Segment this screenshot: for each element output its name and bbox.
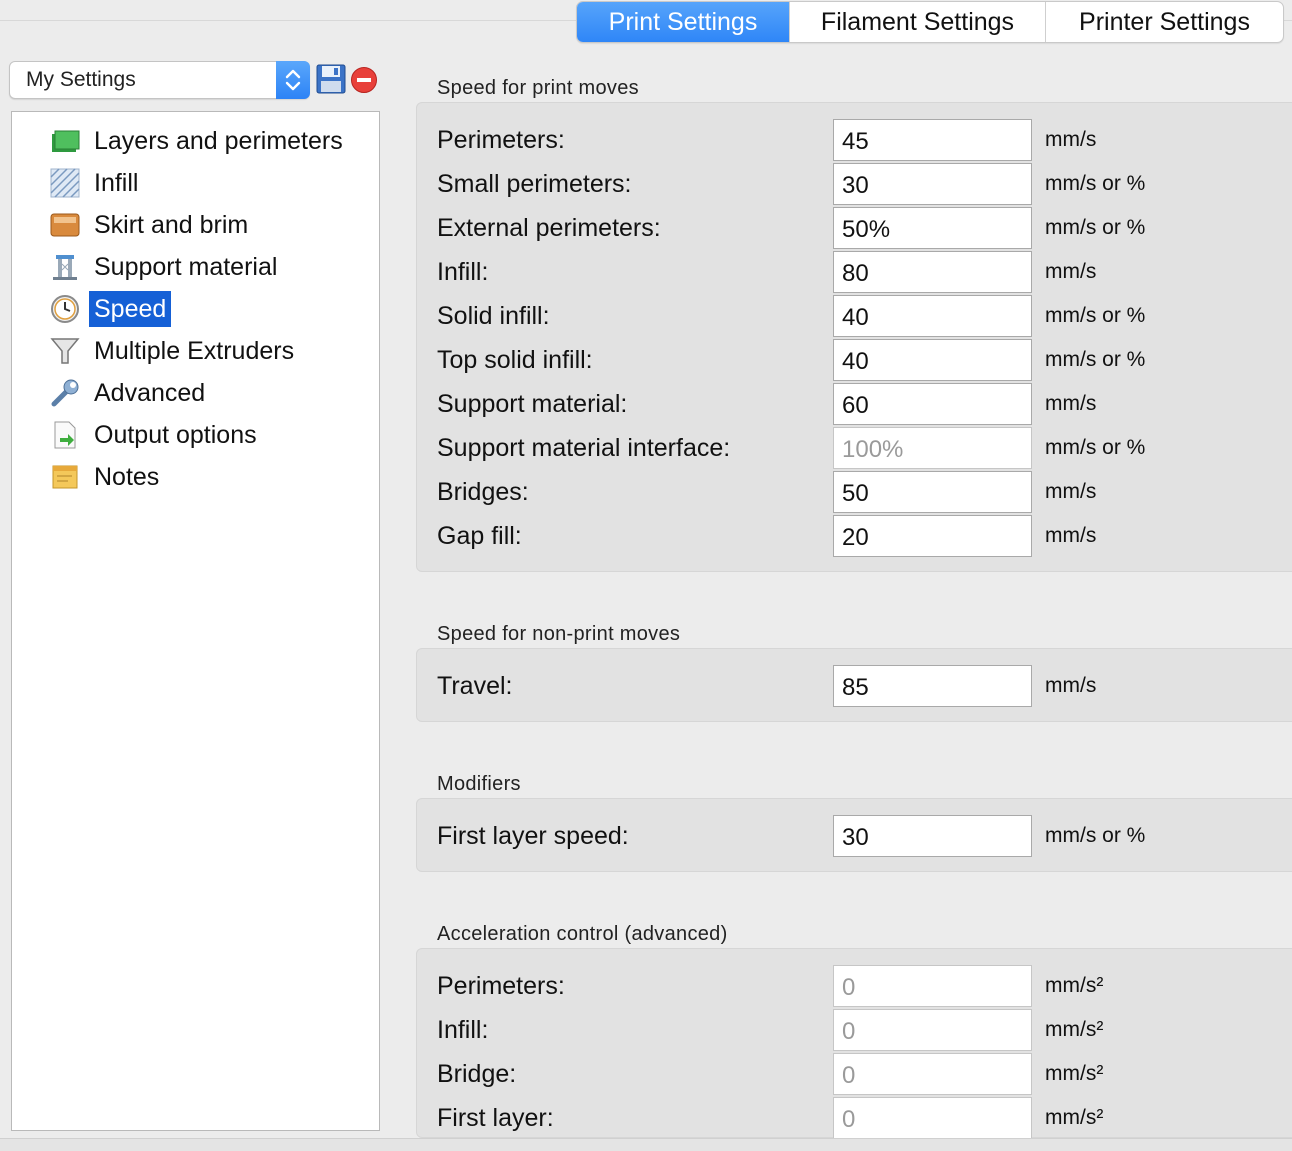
delete-icon[interactable] [350,66,378,94]
funnel-icon [50,336,80,366]
row-perimeters: Perimeters: 45 mm/s [417,119,1292,163]
external-perimeters-speed-input[interactable]: 50% [833,207,1032,249]
support-icon [50,252,80,282]
row-gap-fill: Gap fill: 20 mm/s [417,515,1292,559]
row-acceleration-first-layer: First layer: 0 mm/s² [417,1097,1292,1141]
travel-speed-input[interactable]: 85 [833,665,1032,707]
row-support-material-interface: Support material interface: 100% mm/s or… [417,427,1292,471]
preset-select[interactable]: My Settings [9,61,310,99]
row-support-material: Support material: 60 mm/s [417,383,1292,427]
tab-printer-settings[interactable]: Printer Settings [1046,2,1283,42]
bridge-acceleration-input[interactable]: 0 [833,1053,1032,1095]
group-modifiers: First layer speed: 30 mm/s or % [416,798,1292,872]
tree-item-skirt-and-brim[interactable]: Skirt and brim [50,206,253,244]
bottom-edge [0,1138,1292,1151]
support-material-speed-input[interactable]: 60 [833,383,1032,425]
skirt-icon [50,210,80,240]
tree-item-advanced[interactable]: Advanced [50,374,210,412]
row-first-layer-speed: First layer speed: 30 mm/s or % [417,815,1292,859]
notes-icon [50,462,80,492]
row-external-perimeters: External perimeters: 50% mm/s or % [417,207,1292,251]
save-icon[interactable] [316,64,346,94]
infill-speed-input[interactable]: 80 [833,251,1032,293]
gap-fill-speed-input[interactable]: 20 [833,515,1032,557]
perimeters-acceleration-input[interactable]: 0 [833,965,1032,1007]
row-solid-infill: Solid infill: 40 mm/s or % [417,295,1292,339]
tree-item-notes[interactable]: Notes [50,458,164,496]
small-perimeters-speed-input[interactable]: 30 [833,163,1032,205]
bridges-speed-input[interactable]: 50 [833,471,1032,513]
layers-icon [50,126,80,156]
first-layer-speed-input[interactable]: 30 [833,815,1032,857]
wrench-icon [50,378,80,408]
support-material-interface-speed-input[interactable]: 100% [833,427,1032,469]
section-title-print-moves: Speed for print moves [437,77,639,99]
row-infill: Infill: 80 mm/s [417,251,1292,295]
group-print-moves: Perimeters: 45 mm/s Small perimeters: 30… [416,102,1292,572]
perimeters-speed-input[interactable]: 45 [833,119,1032,161]
group-acceleration: Perimeters: 0 mm/s² Infill: 0 mm/s² Brid… [416,948,1292,1141]
row-top-solid-infill: Top solid infill: 40 mm/s or % [417,339,1292,383]
section-title-acceleration: Acceleration control (advanced) [437,923,728,945]
tree-item-support-material[interactable]: Support material [50,248,282,286]
row-small-perimeters: Small perimeters: 30 mm/s or % [417,163,1292,207]
row-acceleration-perimeters: Perimeters: 0 mm/s² [417,965,1292,1009]
settings-tree: Layers and perimeters Infill Skirt and b… [11,111,380,1131]
preset-value: My Settings [26,68,136,91]
group-non-print-moves: Travel: 85 mm/s [416,648,1292,722]
row-bridges: Bridges: 50 mm/s [417,471,1292,515]
chevron-updown-icon[interactable] [276,61,310,99]
tree-item-output-options[interactable]: Output options [50,416,262,454]
first-layer-acceleration-input[interactable]: 0 [833,1097,1032,1139]
clock-icon [50,294,80,324]
output-icon [50,420,80,450]
tree-item-multiple-extruders[interactable]: Multiple Extruders [50,332,299,370]
tree-item-infill[interactable]: Infill [50,164,143,202]
tab-print-settings[interactable]: Print Settings [577,2,790,42]
infill-acceleration-input[interactable]: 0 [833,1009,1032,1051]
settings-tabs: Print Settings Filament Settings Printer… [576,1,1284,43]
row-acceleration-bridge: Bridge: 0 mm/s² [417,1053,1292,1097]
row-travel: Travel: 85 mm/s [417,665,1292,709]
row-acceleration-infill: Infill: 0 mm/s² [417,1009,1292,1053]
section-title-modifiers: Modifiers [437,773,521,795]
infill-icon [50,168,80,198]
solid-infill-speed-input[interactable]: 40 [833,295,1032,337]
section-title-non-print-moves: Speed for non-print moves [437,623,681,645]
tab-filament-settings[interactable]: Filament Settings [790,2,1046,42]
top-solid-infill-speed-input[interactable]: 40 [833,339,1032,381]
tree-item-speed[interactable]: Speed [50,290,172,328]
tree-item-layers-and-perimeters[interactable]: Layers and perimeters [50,122,348,160]
